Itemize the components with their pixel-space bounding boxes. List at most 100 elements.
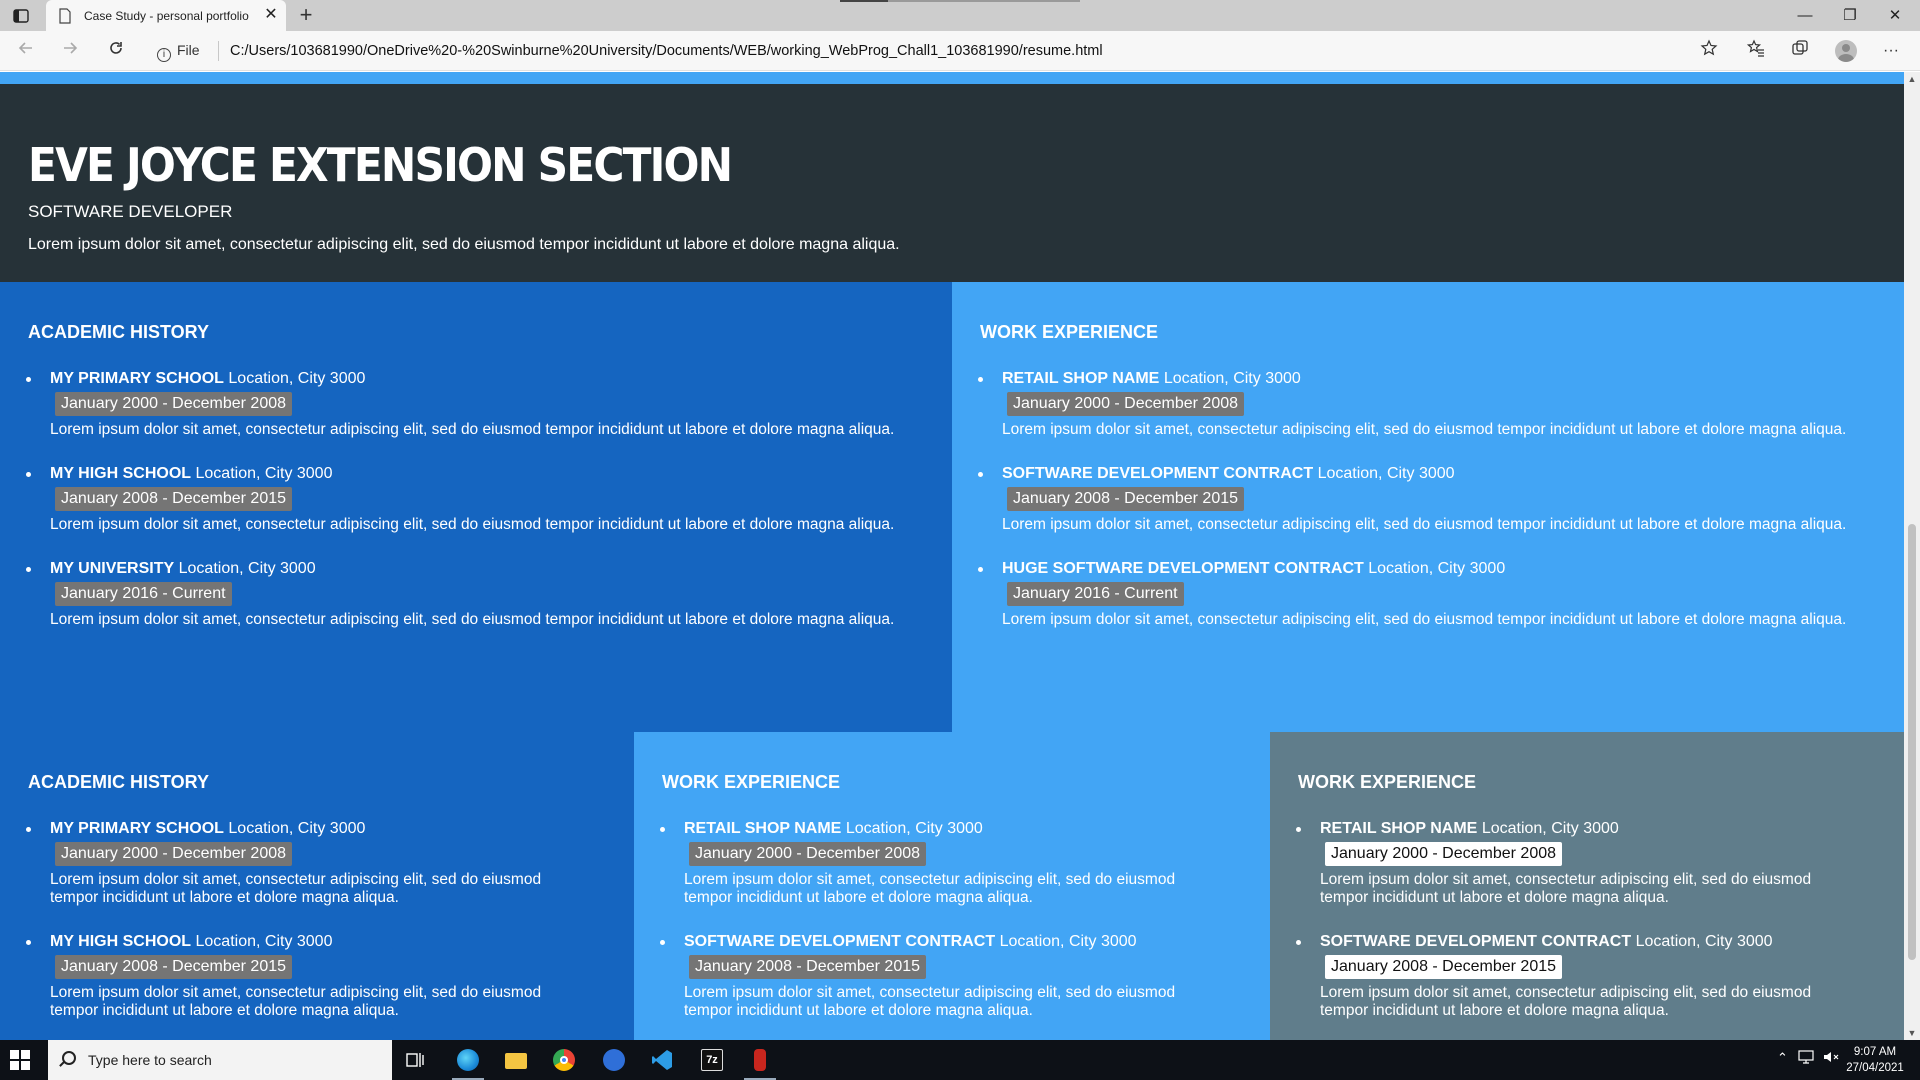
item-description: Lorem ipsum dolor sit amet, consectetur … xyxy=(1320,984,1812,1019)
date-badge: January 2000 - December 2008 xyxy=(55,392,293,416)
institution-location: Location, City 3000 xyxy=(228,370,366,387)
work-list: RETAIL SHOP NAME Location, City 3000 Jan… xyxy=(1296,820,1860,1040)
list-item: RETAIL SHOP NAME Location, City 3000 Jan… xyxy=(978,370,1852,439)
browser-tab[interactable]: Case Study - personal portfolio ✕ xyxy=(46,0,286,31)
item-description: Lorem ipsum dolor sit amet, consectetur … xyxy=(684,984,1176,1019)
file-explorer-icon[interactable] xyxy=(494,1040,538,1080)
date-badge: January 2008 - December 2015 xyxy=(1007,487,1245,511)
list-item: MY HIGH SCHOOL Location, City 3000 Janua… xyxy=(26,465,900,534)
work-experience-section-2: WORK EXPERIENCE RETAIL SHOP NAME Locatio… xyxy=(634,732,1270,1040)
address-separator xyxy=(218,41,219,61)
institution-name: MY PRIMARY SCHOOL xyxy=(50,370,224,387)
tray-overflow-icon[interactable]: ⌃ xyxy=(1777,1050,1788,1066)
academic-list: MY PRIMARY SCHOOL Location, City 3000 Ja… xyxy=(26,370,900,655)
collections-icon[interactable] xyxy=(1787,39,1813,63)
employer-name: RETAIL SHOP NAME xyxy=(1320,820,1478,837)
date-badge: January 2000 - December 2008 xyxy=(1007,392,1245,416)
institution-name: MY HIGH SCHOOL xyxy=(50,465,192,482)
item-description: Lorem ipsum dolor sit amet, consectetur … xyxy=(1002,516,1847,533)
windows-start-icon[interactable] xyxy=(10,1050,30,1070)
intro-text: Lorem ipsum dolor sit amet, consectetur … xyxy=(28,236,900,253)
scroll-up-icon[interactable]: ▲ xyxy=(1904,72,1920,86)
employer-location: Location, City 3000 xyxy=(1163,370,1301,387)
restore-button[interactable]: ❐ xyxy=(1830,4,1870,28)
more-icon[interactable]: ··· xyxy=(1878,39,1904,63)
date-badge: January 2000 - December 2008 xyxy=(55,842,293,866)
file-label: File xyxy=(177,42,200,58)
page-title: EVE JOYCE EXTENSION SECTION xyxy=(28,138,733,192)
taskbar-clock[interactable]: 9:07 AM 27/04/2021 xyxy=(1840,1044,1910,1076)
taskbar-search-input[interactable]: Type here to search xyxy=(48,1040,392,1080)
scroll-thumb[interactable] xyxy=(1908,524,1916,960)
7zip-icon[interactable]: 7z xyxy=(690,1040,734,1080)
chrome-icon[interactable] xyxy=(542,1040,586,1080)
window-close-button[interactable]: ✕ xyxy=(1875,4,1915,28)
search-placeholder: Type here to search xyxy=(88,1052,212,1068)
institution-location: Location, City 3000 xyxy=(228,820,366,837)
work-list: RETAIL SHOP NAME Location, City 3000 Jan… xyxy=(660,820,1224,1040)
list-item: SOFTWARE DEVELOPMENT CONTRACT Location, … xyxy=(1296,933,1860,1020)
employer-location: Location, City 3000 xyxy=(1635,933,1773,950)
profile-avatar[interactable] xyxy=(1835,40,1857,62)
work-list: RETAIL SHOP NAME Location, City 3000 Jan… xyxy=(978,370,1852,655)
item-description: Lorem ipsum dolor sit amet, consectetur … xyxy=(1002,421,1847,438)
date-badge: January 2008 - December 2015 xyxy=(689,955,927,979)
windows-taskbar: Type here to search 7z ⌃ 9:07 AM 27/04/2… xyxy=(0,1040,1920,1080)
back-icon[interactable] xyxy=(14,39,38,63)
academic-list: MY PRIMARY SCHOOL Location, City 3000 Ja… xyxy=(26,820,590,1040)
academic-history-section-2: ACADEMIC HISTORY MY PRIMARY SCHOOL Locat… xyxy=(0,732,634,1040)
tab-title: Case Study - personal portfolio xyxy=(84,9,249,23)
date-badge: January 2008 - December 2015 xyxy=(55,955,293,979)
item-description: Lorem ipsum dolor sit amet, consectetur … xyxy=(50,984,542,1019)
vertical-scrollbar[interactable]: ▲ ▼ xyxy=(1904,72,1920,1040)
network-icon[interactable] xyxy=(1798,1050,1814,1067)
list-item: MY HIGH SCHOOL Location, City 3000 Janua… xyxy=(26,933,590,1020)
favorites-icon[interactable] xyxy=(1743,39,1769,63)
institution-name: MY UNIVERSITY xyxy=(50,560,175,577)
favorite-add-icon[interactable] xyxy=(1696,39,1722,63)
work-experience-section: WORK EXPERIENCE RETAIL SHOP NAME Locatio… xyxy=(952,282,1904,732)
list-item: RETAIL SHOP NAME Location, City 3000 Jan… xyxy=(660,820,1224,907)
list-item: MY PRIMARY SCHOOL Location, City 3000 Ja… xyxy=(26,370,900,439)
institution-name: MY PRIMARY SCHOOL xyxy=(50,820,224,837)
section-heading: WORK EXPERIENCE xyxy=(980,322,1159,342)
list-item: RETAIL SHOP NAME Location, City 3000 Jan… xyxy=(1296,820,1860,907)
employer-name: SOFTWARE DEVELOPMENT CONTRACT xyxy=(1320,933,1632,950)
work-experience-section-3: WORK EXPERIENCE RETAIL SHOP NAME Locatio… xyxy=(1270,732,1904,1040)
item-description: Lorem ipsum dolor sit amet, consectetur … xyxy=(1320,871,1812,906)
filezilla-icon[interactable] xyxy=(738,1040,782,1080)
forward-icon[interactable] xyxy=(58,39,82,63)
scroll-down-icon[interactable]: ▼ xyxy=(1904,1026,1920,1040)
list-item: HUGE SOFTWARE DEVELOPMENT CONTRACT Locat… xyxy=(978,560,1852,629)
refresh-icon[interactable] xyxy=(104,39,128,63)
top-accent-strip xyxy=(0,72,1904,84)
volume-muted-icon[interactable] xyxy=(1823,1050,1839,1067)
employer-location: Location, City 3000 xyxy=(1317,465,1455,482)
info-icon: i xyxy=(157,48,171,62)
address-input[interactable]: C:/Users/103681990/OneDrive%20-%20Swinbu… xyxy=(230,43,1103,59)
page-viewport: EVE JOYCE EXTENSION SECTION SOFTWARE DEV… xyxy=(0,72,1904,1040)
date-badge: January 2016 - Current xyxy=(55,582,232,606)
tab-close-icon[interactable]: ✕ xyxy=(262,6,280,24)
item-description: Lorem ipsum dolor sit amet, consectetur … xyxy=(50,421,895,438)
task-view-icon[interactable] xyxy=(394,1040,438,1080)
date-badge: January 2008 - December 2015 xyxy=(1325,955,1563,979)
tab-actions-icon[interactable] xyxy=(10,5,38,27)
date-badge: January 2008 - December 2015 xyxy=(55,487,293,511)
list-item: SOFTWARE DEVELOPMENT CONTRACT Location, … xyxy=(660,933,1224,1020)
employer-name: HUGE SOFTWARE DEVELOPMENT CONTRACT xyxy=(1002,560,1364,577)
item-description: Lorem ipsum dolor sit amet, consectetur … xyxy=(50,611,895,628)
minimize-button[interactable]: — xyxy=(1785,4,1825,28)
job-title: SOFTWARE DEVELOPER xyxy=(28,202,233,221)
section-heading: WORK EXPERIENCE xyxy=(1298,772,1477,792)
item-description: Lorem ipsum dolor sit amet, consectetur … xyxy=(684,871,1176,906)
employer-location: Location, City 3000 xyxy=(1481,820,1619,837)
page-icon xyxy=(58,8,72,29)
vscode-icon[interactable] xyxy=(640,1040,684,1080)
edge-icon[interactable] xyxy=(446,1040,490,1080)
employer-location: Location, City 3000 xyxy=(1368,560,1506,577)
ccleaner-icon[interactable] xyxy=(592,1040,636,1080)
site-info[interactable]: i File xyxy=(157,42,200,62)
institution-name: MY HIGH SCHOOL xyxy=(50,933,192,950)
new-tab-button[interactable]: + xyxy=(294,4,318,28)
